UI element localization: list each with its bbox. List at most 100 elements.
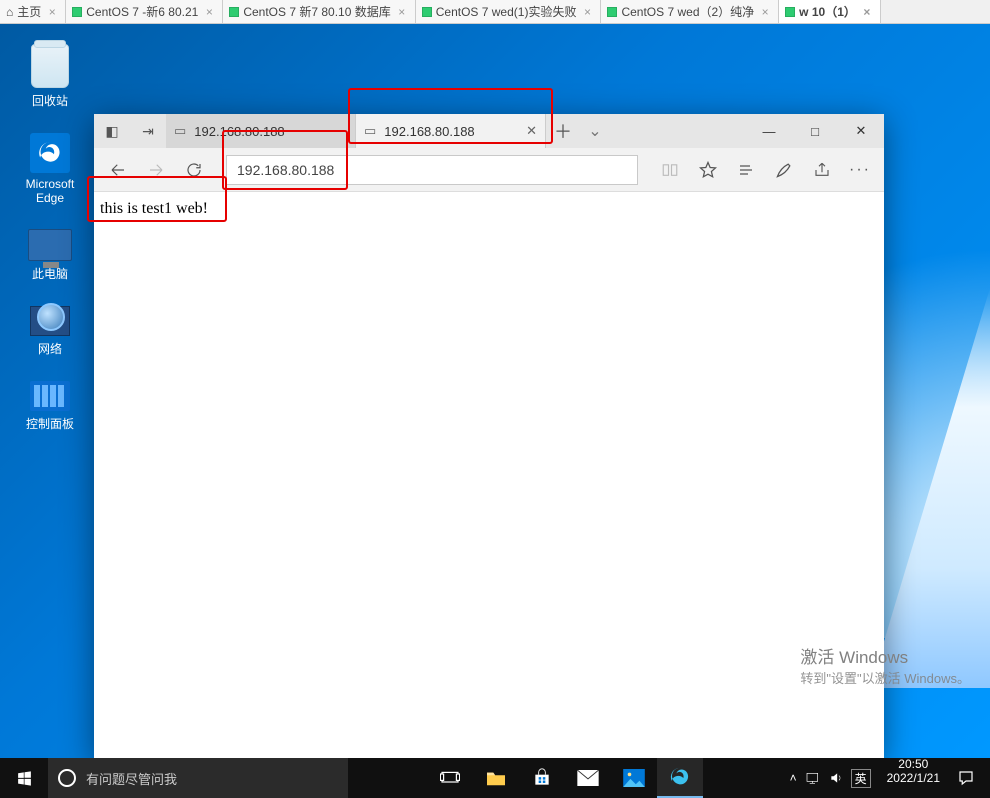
desktop-icon-control[interactable]: 控制面板 (10, 381, 90, 432)
page-text: this is test1 web! (100, 200, 208, 217)
edge-icon (669, 766, 691, 788)
clock-time: 20:50 (887, 758, 940, 772)
vm-icon (229, 7, 239, 17)
app-photos[interactable] (611, 758, 657, 798)
desktop-icon-label: 回收站 (10, 92, 90, 109)
taskbar-clock[interactable]: 20:50 2022/1/21 (879, 758, 948, 798)
more-icon: ··· (849, 161, 871, 179)
page-icon: ▭ (174, 123, 186, 139)
edge-tab-active[interactable]: ▭ 192.168.80.188 ✕ (356, 114, 546, 148)
favorite-button[interactable] (690, 152, 726, 188)
cortana-icon (58, 769, 76, 787)
pen-icon (774, 160, 794, 180)
hub-icon (736, 162, 756, 178)
desktop-icon-network[interactable]: 网络 (10, 306, 90, 357)
back-button[interactable] (100, 152, 136, 188)
taskbar-search[interactable]: 有问题尽管问我 (48, 758, 348, 798)
clock-date: 2022/1/21 (887, 772, 940, 786)
vm-icon (607, 7, 617, 17)
edge-tab-background[interactable]: ▭ 192.168.80.188 (166, 114, 356, 148)
reading-view-button[interactable] (652, 152, 688, 188)
vm-tab-label: CentOS 7 wed(1)实验失败 (436, 3, 577, 20)
edge-window: ◧ ⇥ ▭ 192.168.80.188 ▭ 192.168.80.188 ✕ … (94, 114, 884, 760)
start-button[interactable] (0, 758, 48, 798)
action-center-button[interactable] (948, 758, 984, 798)
network-icon (30, 306, 70, 336)
close-icon[interactable]: ✕ (526, 123, 537, 139)
arrow-right-icon (147, 161, 165, 179)
edge-tab-label: 192.168.80.188 (194, 124, 347, 139)
pc-icon (28, 229, 72, 261)
set-aside-icon[interactable]: ⇥ (130, 114, 166, 148)
ime-indicator[interactable]: 英 (851, 769, 871, 788)
refresh-button[interactable] (176, 152, 212, 188)
system-tray[interactable]: ˄ 英 (782, 758, 879, 798)
vm-tab-label: CentOS 7 wed（2）纯净 (621, 3, 754, 20)
volume-icon[interactable] (829, 771, 843, 785)
close-icon[interactable]: × (395, 5, 409, 19)
app-explorer[interactable] (473, 758, 519, 798)
folder-icon (485, 769, 507, 787)
desktop-icons: 回收站 Microsoft Edge 此电脑 网络 控制面板 (10, 44, 90, 456)
close-icon[interactable]: × (758, 5, 772, 19)
desktop-icon-recycle[interactable]: 回收站 (10, 44, 90, 109)
close-window-button[interactable]: ✕ (838, 114, 884, 148)
close-icon[interactable]: × (580, 5, 594, 19)
watermark-title: 激活 Windows (800, 648, 908, 667)
edge-toolbar: 192.168.80.188 ··· (94, 148, 884, 192)
edge-titlebar[interactable]: ◧ ⇥ ▭ 192.168.80.188 ▭ 192.168.80.188 ✕ … (94, 114, 884, 148)
vm-tab-wed1[interactable]: CentOS 7 wed(1)实验失败 × (416, 0, 602, 23)
address-bar[interactable]: 192.168.80.188 (226, 155, 638, 185)
hub-button[interactable] (728, 152, 764, 188)
close-icon[interactable]: × (45, 5, 59, 19)
desktop-icon-edge[interactable]: Microsoft Edge (10, 133, 90, 205)
more-button[interactable]: ··· (842, 152, 878, 188)
refresh-icon (185, 161, 203, 179)
share-button[interactable] (804, 152, 840, 188)
desktop-icon-pc[interactable]: 此电脑 (10, 229, 90, 282)
minimize-button[interactable]: — (746, 114, 792, 148)
activation-watermark: 激活 Windows 转到"设置"以激活 Windows。 (800, 646, 970, 688)
vm-tab-w10[interactable]: w 10（1） × (779, 0, 881, 23)
close-icon[interactable]: × (860, 5, 874, 19)
show-desktop-button[interactable] (984, 758, 990, 798)
maximize-icon: □ (811, 124, 819, 139)
tray-chevron-icon[interactable]: ˄ (790, 771, 797, 785)
vm-tab-centos6[interactable]: CentOS 7 -新6 80.21 × (66, 0, 223, 23)
maximize-button[interactable]: □ (792, 114, 838, 148)
vm-tab-bar: ⌂ 主页 × CentOS 7 -新6 80.21 × CentOS 7 新7 … (0, 0, 990, 24)
sidebar-icon[interactable]: ◧ (94, 114, 130, 148)
windows-desktop[interactable]: 回收站 Microsoft Edge 此电脑 网络 控制面板 ◧ ⇥ (0, 24, 990, 758)
vm-tab-label: CentOS 7 -新6 80.21 (86, 3, 198, 20)
vm-icon (785, 7, 795, 17)
app-store[interactable] (519, 758, 565, 798)
page-content[interactable]: this is test1 web! (94, 192, 884, 760)
close-icon[interactable]: × (202, 5, 216, 19)
share-icon (812, 161, 832, 179)
watermark-subtitle: 转到"设置"以激活 Windows。 (800, 671, 970, 686)
home-icon: ⌂ (6, 5, 13, 19)
vm-tab-centos7db[interactable]: CentOS 7 新7 80.10 数据库 × (223, 0, 415, 23)
vm-tab-label: 主页 (17, 3, 41, 20)
edge-tab-label: 192.168.80.188 (384, 124, 518, 139)
desktop-icon-label: 控制面板 (10, 415, 90, 432)
minimize-icon: — (763, 124, 776, 139)
app-mail[interactable] (565, 758, 611, 798)
vm-tab-wed2[interactable]: CentOS 7 wed（2）纯净 × (601, 0, 779, 23)
close-icon: ✕ (856, 123, 867, 139)
app-edge[interactable] (657, 758, 703, 798)
tab-actions-button[interactable]: ⌄ (580, 114, 610, 148)
notes-button[interactable] (766, 152, 802, 188)
vm-tab-home[interactable]: ⌂ 主页 × (0, 0, 66, 23)
vm-icon (422, 7, 432, 17)
network-tray-icon[interactable] (805, 771, 821, 785)
photos-icon (623, 769, 645, 787)
new-tab-button[interactable]: ＋ (546, 114, 580, 148)
taskbar: 有问题尽管问我 ˄ 英 20:50 2022/1/21 (0, 758, 990, 798)
star-icon (698, 160, 718, 180)
page-icon: ▭ (364, 123, 376, 139)
forward-button[interactable] (138, 152, 174, 188)
taskview-button[interactable] (427, 758, 473, 798)
address-text: 192.168.80.188 (237, 162, 334, 178)
desktop-icon-label: 网络 (10, 340, 90, 357)
